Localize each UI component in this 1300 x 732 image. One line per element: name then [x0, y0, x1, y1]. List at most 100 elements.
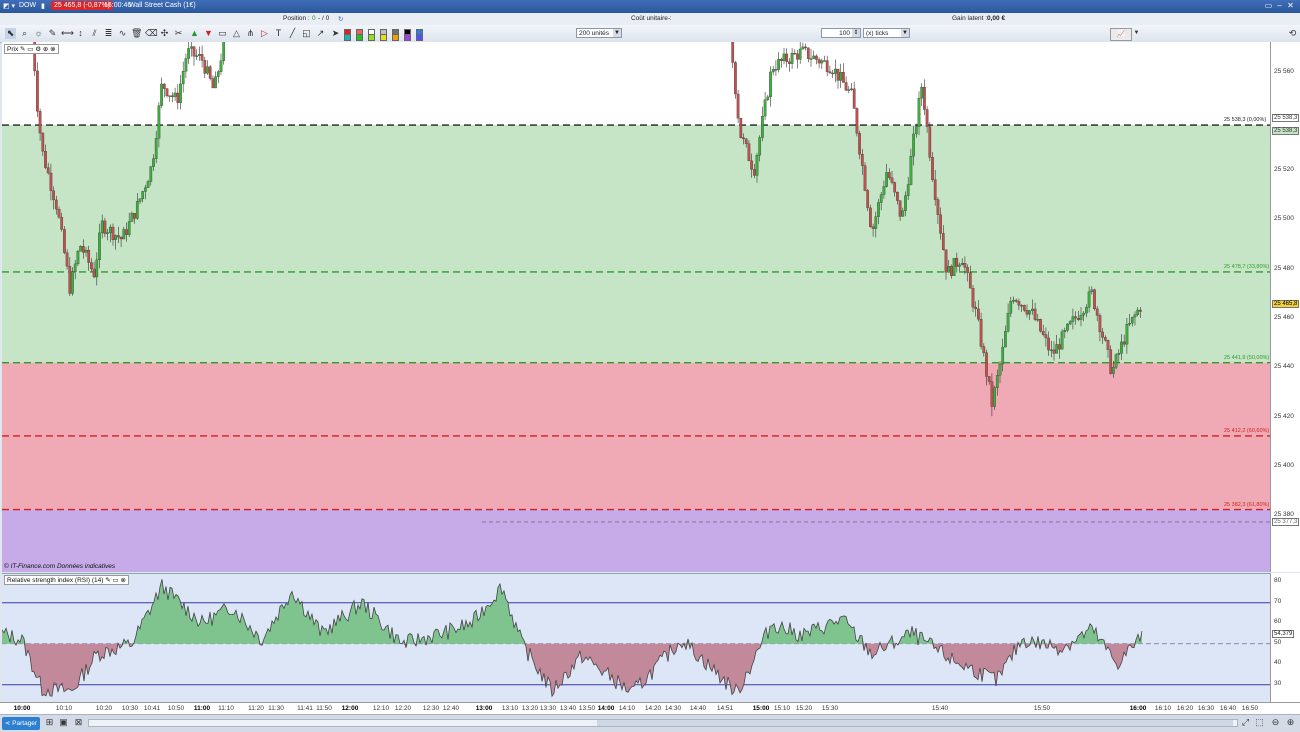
position-refresh-icon[interactable]: ↻ [338, 15, 343, 23]
fibo-tool-icon[interactable]: ≣ [103, 28, 114, 39]
triangle-tool-icon[interactable]: △ [231, 28, 242, 39]
ticks-unit-value: (x) ticks [866, 30, 889, 37]
layout-icon[interactable]: ⊞ [44, 717, 55, 728]
cross-tool-icon[interactable]: ✣ [159, 28, 170, 39]
sell-arrow-icon[interactable]: ▼ [203, 28, 214, 39]
sun-tool-icon[interactable]: ☼ [33, 28, 44, 39]
status-bar: ⋖ Partager ⊞ ▣ ⊠ ⤢ ⬚ ⊖ ⊕ [0, 714, 1300, 732]
app-menu-icon[interactable]: ◩ ▾ [3, 2, 15, 10]
color-swatch[interactable] [392, 34, 399, 41]
color-swatch[interactable] [416, 34, 423, 41]
restore-icon[interactable]: ▭ [1263, 1, 1274, 11]
buy-arrow-icon[interactable]: ▲ [189, 28, 200, 39]
eraser-tool-icon[interactable]: ⌫ [145, 28, 158, 39]
screenshot-icon[interactable]: ▣ [58, 717, 69, 728]
time-tick-label: 10:41 [143, 705, 161, 712]
edit-icon[interactable]: ✎ [20, 46, 25, 53]
ray-tool-icon[interactable]: ↗ [315, 28, 326, 39]
rsi-tick-label: 30 [1274, 679, 1282, 687]
time-tick-label: 16:50 [1241, 705, 1259, 712]
pencil-tool-icon[interactable]: ✎ [47, 28, 58, 39]
rsi-tick-label: 60 [1274, 618, 1282, 626]
zoom-out-icon[interactable]: ⊖ [1270, 717, 1281, 728]
units-select[interactable]: 200 unités ▼ [576, 28, 622, 38]
text-tool-icon[interactable]: T [273, 28, 284, 39]
rsi-area-above [2, 579, 1142, 644]
edit-icon[interactable]: ✎ [105, 577, 110, 584]
window-icon[interactable]: ▭ [113, 577, 119, 584]
sync-icon[interactable]: ⟲ [1287, 28, 1298, 39]
color-swatch[interactable] [356, 34, 363, 41]
cursor-tool-icon[interactable]: ⬉ [5, 28, 16, 39]
price-tick-label: 25 460 [1274, 314, 1294, 322]
time-tick-label: 16:20 [1176, 705, 1194, 712]
wave-tool-icon[interactable]: ∿ [117, 28, 128, 39]
trash-tool-icon[interactable]: 🗑 [131, 28, 142, 39]
ticks-input-value: 100 [839, 30, 850, 37]
ticks-unit-select[interactable]: (x) ticks ▼ [863, 28, 910, 38]
ticks-input[interactable]: 100 ⇕ [821, 28, 861, 38]
chart-type-icon[interactable]: 📈 [1110, 28, 1132, 41]
time-tick-label: 13:10 [501, 705, 519, 712]
price-chart[interactable]: Prix ✎ ▭ ⚙ ⊕ ⊗ © IT-Finance.com Données … [2, 42, 1270, 572]
gain-label: Gain latent : [952, 15, 988, 22]
rectangle-tool-icon[interactable]: ▭ [217, 28, 228, 39]
channel-tool-icon[interactable]: ⫽ [89, 28, 100, 39]
shape-tool-icon[interactable]: ◱ [301, 28, 312, 39]
rsi-tick-label: 40 [1274, 659, 1282, 667]
color-swatch[interactable] [404, 34, 411, 41]
rsi-area-below [2, 643, 1142, 697]
scrollbar-thumb[interactable] [597, 720, 1233, 726]
time-tick-label: 16:10 [1154, 705, 1172, 712]
level-label: 25 412,2 (60,60%) [1224, 427, 1270, 434]
close-icon[interactable]: ✕ [1285, 1, 1296, 11]
horizontal-scrollbar[interactable] [88, 719, 1238, 727]
rsi-panel[interactable]: Relative strength index (RSI) (14) ✎ ▭ ⊗ [2, 573, 1270, 703]
close-panel-icon[interactable]: ⊗ [121, 577, 126, 584]
close-panel-icon[interactable]: ⊗ [50, 46, 55, 53]
zoom-tool-icon[interactable]: ⌕ [19, 28, 30, 39]
add-indicator-icon[interactable]: ⊕ [43, 46, 48, 53]
time-tick-label: 10:20 [95, 705, 113, 712]
minimize-icon[interactable]: – [1274, 1, 1285, 11]
gear-icon[interactable]: ⚙ [35, 46, 41, 53]
chevron-down-icon: ▼ [901, 29, 909, 37]
flag-tool-icon[interactable]: ▷ [259, 28, 270, 39]
price-axis[interactable]: 25 56025 54025 52025 50025 48025 46025 4… [1270, 42, 1300, 572]
position-sep: - / 0 [318, 15, 330, 22]
time-tick-label: 10:50 [167, 705, 185, 712]
time-tick-label: 10:00 [13, 705, 31, 712]
color-swatch[interactable] [368, 34, 375, 41]
time-tick-label: 12:00 [341, 705, 359, 712]
line-tool-icon[interactable]: ╱ [287, 28, 298, 39]
time-tick-label: 12:30 [422, 705, 440, 712]
chart-type-dropdown-icon[interactable]: ▼ [1131, 28, 1142, 39]
rsi-axis[interactable]: 80 70 60 50 40 30 54,379 [1270, 573, 1300, 702]
time-tick-label: 15:50 [1033, 705, 1051, 712]
price-tick-label: 25 560 [1274, 67, 1294, 75]
zoom-fit-icon[interactable]: ⤢ [1240, 717, 1251, 728]
time-tick-label: 10:10 [55, 705, 73, 712]
share-button[interactable]: ⋖ Partager [2, 717, 40, 730]
info-icon[interactable]: ▮ [41, 2, 45, 10]
price-chart-canvas[interactable] [2, 42, 1270, 572]
vline-tool-icon[interactable]: ↕ [75, 28, 86, 39]
hline-tool-icon[interactable]: ⟷ [61, 28, 74, 39]
rsi-tick-label: 70 [1274, 597, 1282, 605]
zoom-in-icon[interactable]: ⊕ [1285, 717, 1296, 728]
time-tick-label: 15:30 [821, 705, 839, 712]
zoom-area-icon[interactable]: ⬚ [1254, 717, 1265, 728]
rsi-canvas[interactable] [2, 574, 1270, 703]
color-swatch[interactable] [380, 34, 387, 41]
color-swatch[interactable] [344, 34, 351, 41]
stepper-icon[interactable]: ⇕ [852, 29, 860, 37]
time-tick-label: 11:20 [248, 705, 264, 712]
pitchfork-tool-icon[interactable]: ⋔ [245, 28, 256, 39]
spread-price-tag: 25 377,3 [1272, 517, 1300, 526]
grid-icon[interactable]: ⊠ [73, 717, 84, 728]
symbol-label[interactable]: DOW [19, 2, 36, 9]
window-icon[interactable]: ▭ [27, 46, 33, 53]
scissors-tool-icon[interactable]: ✂ [173, 28, 184, 39]
play-tool-icon[interactable]: ➤ [330, 28, 341, 39]
time-tick-label: 14:30 [664, 705, 682, 712]
